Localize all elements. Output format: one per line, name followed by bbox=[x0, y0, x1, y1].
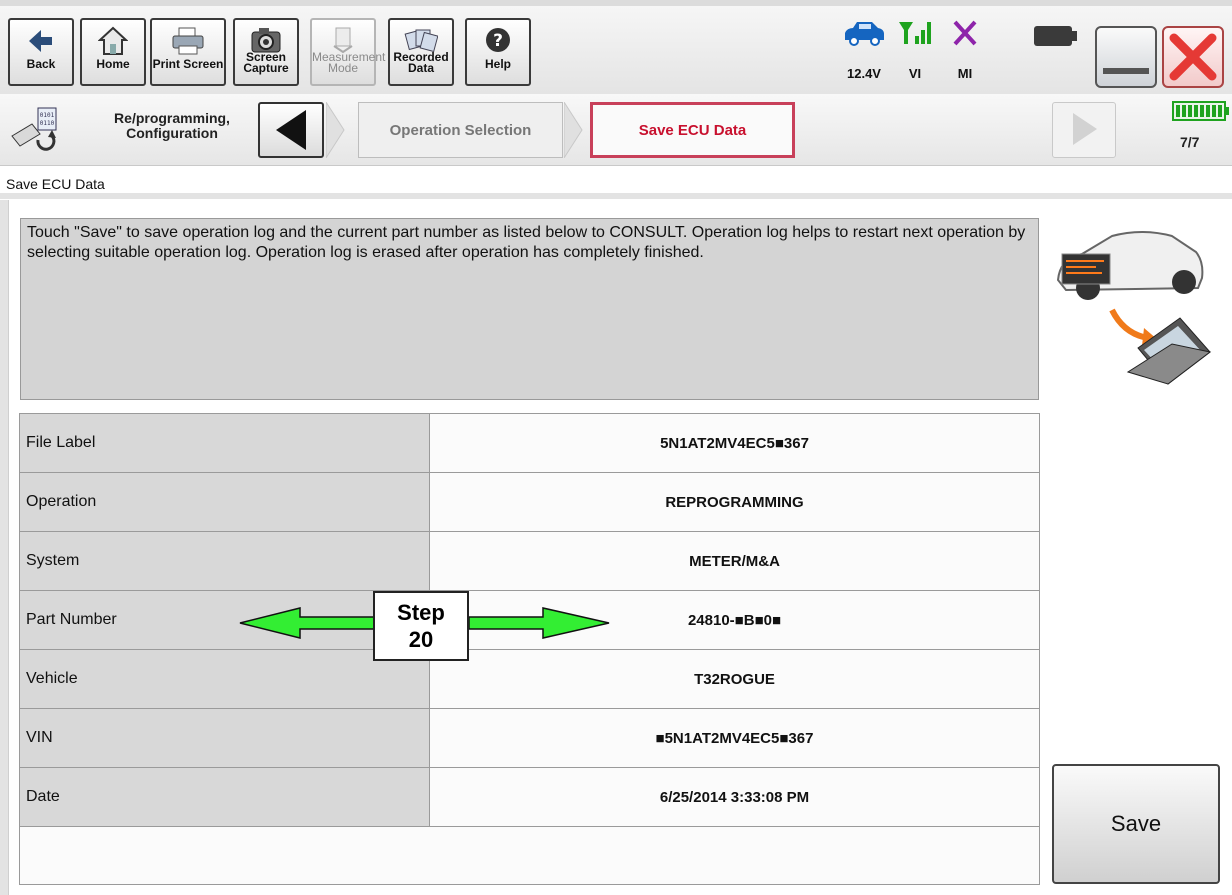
help-button[interactable]: ? Help bbox=[465, 18, 531, 86]
page-title-row: Save ECU Data bbox=[0, 167, 1232, 199]
row-label: Date bbox=[19, 767, 430, 827]
battery-voltage-status: 12.4V bbox=[838, 18, 890, 90]
row-value: ■5N1AT2MV4EC5■367 bbox=[429, 708, 1040, 768]
breadcrumb-chevron-icon bbox=[563, 100, 590, 163]
home-icon bbox=[82, 20, 144, 58]
row-value: METER/M&A bbox=[429, 531, 1040, 591]
mi-status: MI bbox=[942, 18, 988, 90]
print-screen-button[interactable]: Print Screen bbox=[150, 18, 226, 86]
svg-text:?: ? bbox=[493, 31, 503, 51]
mi-cross-icon bbox=[949, 20, 981, 54]
previous-step-button[interactable] bbox=[258, 102, 324, 158]
close-button[interactable] bbox=[1162, 26, 1224, 88]
row-label: VIN bbox=[19, 708, 430, 768]
step-save-ecu-data[interactable]: Save ECU Data bbox=[590, 102, 795, 158]
reprogramming-icon: 0101 0110 bbox=[8, 106, 62, 157]
home-button[interactable]: Home bbox=[80, 18, 146, 86]
minimize-button[interactable] bbox=[1095, 26, 1157, 88]
breadcrumb-chevron-icon bbox=[325, 100, 358, 163]
row-label: Vehicle bbox=[19, 649, 430, 709]
table-row-empty bbox=[19, 826, 1040, 885]
table-row: Operation REPROGRAMMING bbox=[19, 472, 1040, 532]
measurement-icon bbox=[312, 20, 374, 54]
step-annotation-number: 20 bbox=[408, 627, 434, 652]
screen-capture-button[interactable]: Screen Capture bbox=[233, 18, 299, 86]
save-to-laptop-illustration-icon bbox=[1052, 222, 1212, 407]
row-value: 5N1AT2MV4EC5■367 bbox=[429, 413, 1040, 473]
help-icon: ? bbox=[467, 20, 529, 58]
next-step-button[interactable] bbox=[1052, 102, 1116, 158]
page-count: 7/7 bbox=[1180, 134, 1200, 150]
instruction-message: Touch "Save" to save operation log and t… bbox=[20, 218, 1039, 400]
step-operation-selection[interactable]: Operation Selection bbox=[358, 102, 563, 158]
row-label: System bbox=[19, 531, 430, 591]
signal-icon bbox=[897, 22, 933, 54]
table-row: Date 6/25/2014 3:33:08 PM bbox=[19, 767, 1040, 827]
triangle-right-icon bbox=[1053, 113, 1115, 159]
svg-text:0101: 0101 bbox=[40, 112, 55, 119]
annotation-arrow-right-icon bbox=[467, 606, 611, 645]
recorded-data-icon bbox=[390, 20, 452, 53]
step-annotation-label: Step bbox=[397, 600, 445, 625]
mode-label: Re/programming, Configuration bbox=[114, 110, 230, 141]
triangle-left-icon bbox=[260, 110, 322, 160]
row-value: 6/25/2014 3:33:08 PM bbox=[429, 767, 1040, 827]
table-row: File Label 5N1AT2MV4EC5■367 bbox=[19, 413, 1040, 473]
row-value: REPROGRAMMING bbox=[429, 472, 1040, 532]
page-title: Save ECU Data bbox=[6, 176, 105, 192]
ecu-data-table: File Label 5N1AT2MV4EC5■367 Operation RE… bbox=[19, 413, 1040, 885]
measurement-mode-button[interactable]: Measurement Mode bbox=[310, 18, 385, 86]
top-toolbar: Back Home Print Screen Screen Capture Me… bbox=[0, 0, 1232, 94]
svg-text:0110: 0110 bbox=[40, 120, 55, 127]
annotation-arrow-left-icon bbox=[238, 606, 376, 645]
back-arrow-icon bbox=[10, 20, 72, 58]
table-row: Vehicle T32ROGUE bbox=[19, 649, 1040, 709]
table-row: System METER/M&A bbox=[19, 531, 1040, 591]
row-value: T32ROGUE bbox=[429, 649, 1040, 709]
back-button[interactable]: Back bbox=[8, 18, 74, 86]
row-label: Operation bbox=[19, 472, 430, 532]
left-border bbox=[0, 200, 9, 895]
step-annotation: Step 20 bbox=[373, 591, 469, 661]
nav-bar: 0101 0110 Re/programming, Configuration O… bbox=[0, 94, 1232, 166]
progress-battery-icon bbox=[1172, 100, 1230, 127]
table-row: VIN ■5N1AT2MV4EC5■367 bbox=[19, 708, 1040, 768]
row-label: File Label bbox=[19, 413, 430, 473]
minimize-icon bbox=[1097, 68, 1155, 90]
close-icon bbox=[1164, 33, 1222, 90]
printer-icon bbox=[152, 20, 224, 58]
camera-icon bbox=[235, 20, 297, 53]
battery-status bbox=[1028, 18, 1084, 90]
save-button[interactable]: Save bbox=[1052, 764, 1220, 884]
recorded-data-button[interactable]: Recorded Data bbox=[388, 18, 454, 86]
car-icon bbox=[841, 22, 887, 52]
battery-icon bbox=[1031, 26, 1081, 54]
empty-cell bbox=[19, 826, 1040, 885]
vi-status: VI bbox=[892, 18, 938, 90]
